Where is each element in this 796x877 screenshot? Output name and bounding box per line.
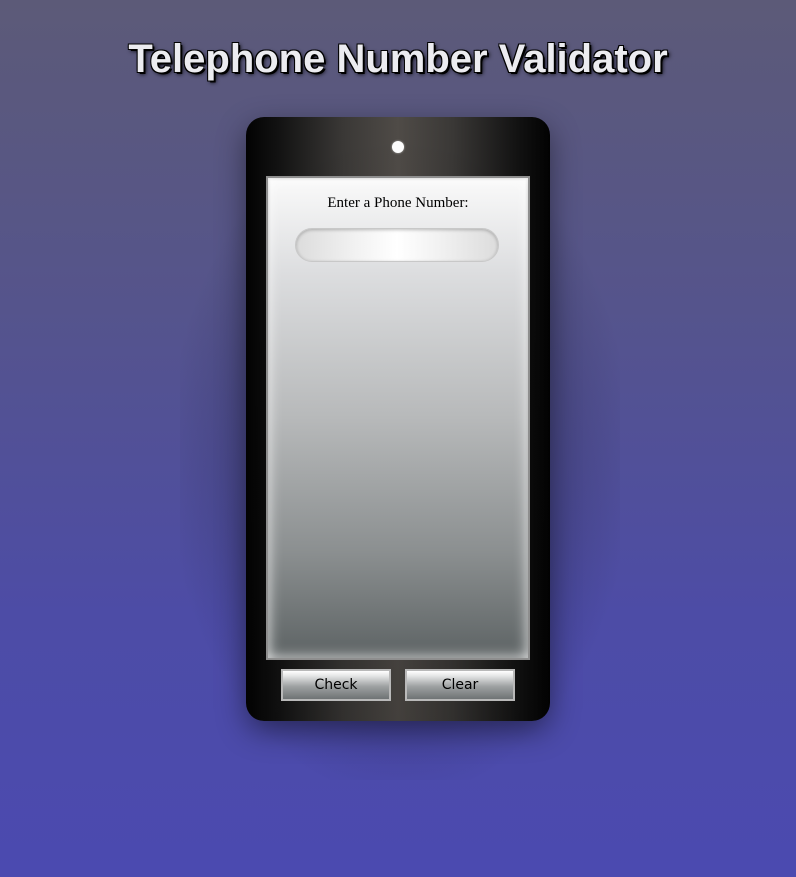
results-area <box>278 278 518 638</box>
page-title: Telephone Number Validator <box>128 37 668 81</box>
camera-icon <box>392 141 404 153</box>
phone-device: Enter a Phone Number: Check Clear <box>246 117 550 721</box>
phone-number-label: Enter a Phone Number: <box>327 195 469 211</box>
phone-number-input[interactable] <box>295 228 499 262</box>
check-button[interactable]: Check <box>281 669 391 701</box>
phone-screen: Enter a Phone Number: <box>266 176 530 660</box>
clear-button[interactable]: Clear <box>405 669 515 701</box>
